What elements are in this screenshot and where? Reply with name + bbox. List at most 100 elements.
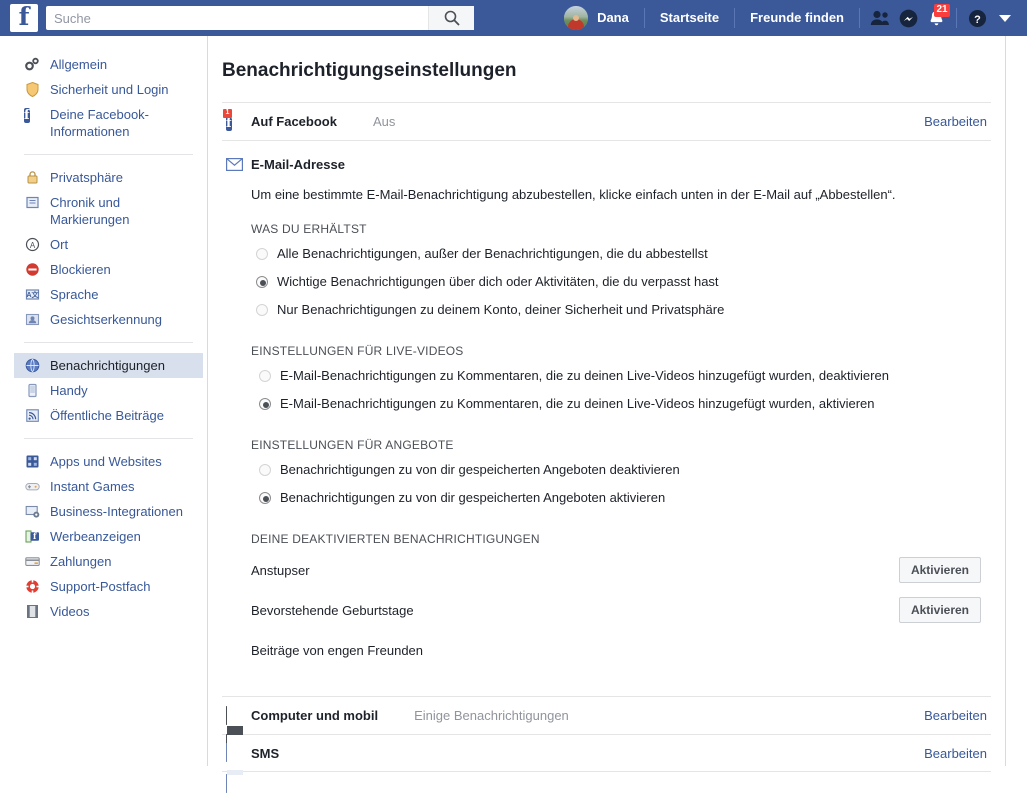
radio-indicator[interactable] bbox=[256, 248, 268, 260]
sidebar-item-instant-games[interactable]: Instant Games bbox=[24, 474, 193, 499]
radio-indicator[interactable] bbox=[259, 464, 271, 476]
desktop-mobile-icon bbox=[226, 705, 244, 753]
activate-geburtstage-button[interactable]: Aktivieren bbox=[898, 597, 981, 623]
envelope-icon bbox=[226, 155, 244, 173]
sidebar-item-business-integrationen[interactable]: Business-Integrationen bbox=[24, 499, 193, 524]
sidebar-item-apps-und-websites[interactable]: Apps und Websites bbox=[24, 449, 193, 474]
face-recognition-icon bbox=[24, 311, 41, 328]
apps-icon bbox=[24, 453, 41, 470]
svg-text:f: f bbox=[33, 531, 37, 541]
activate-anstupser-button[interactable]: Aktivieren bbox=[898, 557, 981, 583]
sidebar-item-chronik-und-markierungen[interactable]: Chronik und Markierungen bbox=[24, 190, 193, 232]
search-box[interactable] bbox=[46, 6, 474, 30]
row-status: Einige Benachrichtigungen bbox=[414, 708, 569, 723]
sidebar-item-zahlungen[interactable]: Zahlungen bbox=[24, 549, 193, 574]
film-icon bbox=[24, 603, 41, 620]
lifebuoy-icon bbox=[24, 578, 41, 595]
sidebar-item-label: Sicherheit und Login bbox=[50, 82, 169, 97]
sidebar-item-benachrichtigungen[interactable]: Benachrichtigungen bbox=[14, 353, 203, 378]
radio-indicator-selected[interactable] bbox=[259, 492, 271, 504]
sidebar-item-label: Sprache bbox=[50, 287, 99, 302]
search-input[interactable] bbox=[46, 7, 428, 29]
sidebar-item-label: Support-Postfach bbox=[50, 579, 151, 594]
shield-icon bbox=[24, 81, 41, 98]
sidebar-item-deine-facebook-informationen[interactable]: f Deine Facebook-Informationen bbox=[24, 102, 193, 144]
sidebar-item-label: Blockieren bbox=[50, 262, 111, 277]
row-computer-und-mobil[interactable]: Computer und mobil Einige Benachrichtigu… bbox=[222, 696, 991, 753]
notifications-button[interactable]: 21 bbox=[922, 4, 950, 32]
sidebar-item-label: Chronik und Markierungen bbox=[50, 195, 130, 227]
radio-indicator[interactable] bbox=[259, 370, 271, 382]
radio-indicator[interactable] bbox=[256, 304, 268, 316]
sidebar-item-oeffentliche-beitraege[interactable]: Öffentliche Beiträge bbox=[24, 403, 193, 428]
sidebar-item-label: Ort bbox=[50, 237, 69, 252]
messenger-button[interactable] bbox=[894, 4, 922, 32]
mobile-icon bbox=[24, 382, 41, 399]
sidebar-item-label: Instant Games bbox=[50, 479, 135, 494]
sidebar-item-label: Deine Facebook-Informationen bbox=[50, 107, 149, 139]
sidebar-item-werbeanzeigen[interactable]: f Werbeanzeigen bbox=[24, 524, 193, 549]
svg-text:A文: A文 bbox=[26, 290, 39, 299]
ads-icon: f bbox=[24, 528, 41, 545]
edit-sms-link[interactable]: Bearbeiten bbox=[924, 746, 987, 761]
sidebar-item-label: Allgemein bbox=[50, 57, 108, 72]
sidebar-item-label: Videos bbox=[50, 604, 90, 619]
row-title: SMS bbox=[251, 745, 280, 761]
row-sms[interactable]: SMS Bearbeiten bbox=[222, 734, 991, 793]
edit-computer-mobil-link[interactable]: Bearbeiten bbox=[924, 708, 987, 723]
radio-option-wichtige-benachrichtigungen[interactable]: Wichtige Benachrichtigungen über dich od… bbox=[256, 268, 987, 296]
sidebar-group-privacy: Privatsphäre Chronik und Markierungen A … bbox=[24, 154, 193, 338]
find-friends-link[interactable]: Freunde finden bbox=[741, 0, 853, 36]
radio-indicator-selected[interactable] bbox=[259, 398, 271, 410]
radio-label: E-Mail-Benachrichtigungen zu Kommentaren… bbox=[280, 368, 889, 383]
radio-option-alle-benachrichtigungen[interactable]: Alle Benachrichtigungen, außer der Benac… bbox=[256, 240, 987, 268]
home-link[interactable]: Startseite bbox=[651, 0, 728, 36]
sidebar-item-ort[interactable]: A Ort bbox=[24, 232, 193, 257]
avatar[interactable] bbox=[564, 6, 589, 30]
nav-divider bbox=[859, 8, 860, 28]
row-auf-facebook[interactable]: f 1 Auf Facebook Aus Bearbeiten bbox=[222, 102, 991, 140]
row-title: Auf Facebook bbox=[251, 114, 337, 129]
radio-option-angebote-deaktivieren[interactable]: Benachrichtigungen zu von dir gespeicher… bbox=[259, 456, 987, 484]
sidebar-item-privatsphaere[interactable]: Privatsphäre bbox=[24, 165, 193, 190]
notifications-badge-count: 21 bbox=[934, 4, 950, 17]
sidebar-item-support-postfach[interactable]: Support-Postfach bbox=[24, 574, 193, 599]
page-title: Benachrichtigungseinstellungen bbox=[222, 60, 517, 81]
sidebar-item-label: Werbeanzeigen bbox=[50, 529, 141, 544]
sms-icon bbox=[226, 743, 244, 793]
sidebar-item-sprache[interactable]: A文 Sprache bbox=[24, 282, 193, 307]
main-content: Benachrichtigungseinstellungen f 1 Auf F… bbox=[208, 36, 1006, 793]
radio-option-live-videos-aktivieren[interactable]: E-Mail-Benachrichtigungen zu Kommentaren… bbox=[259, 390, 987, 418]
account-menu-button[interactable] bbox=[991, 4, 1019, 32]
sidebar-item-gesichtserkennung[interactable]: Gesichtserkennung bbox=[24, 307, 193, 332]
profile-name-link[interactable]: Dana bbox=[588, 0, 638, 36]
page-body: Allgemein Sicherheit und Login f Deine F… bbox=[0, 36, 1027, 793]
messenger-icon bbox=[899, 9, 917, 27]
lock-icon bbox=[24, 169, 41, 186]
timeline-icon bbox=[24, 194, 41, 211]
radio-option-angebote-aktivieren[interactable]: Benachrichtigungen zu von dir gespeicher… bbox=[259, 484, 987, 512]
email-header: E-Mail-Adresse bbox=[226, 155, 987, 173]
sidebar-item-videos[interactable]: Videos bbox=[24, 599, 193, 624]
sidebar-item-blockieren[interactable]: Blockieren bbox=[24, 257, 193, 282]
business-icon bbox=[24, 503, 41, 520]
help-button[interactable]: ? bbox=[963, 4, 991, 32]
nav-right-cluster: Dana Startseite Freunde finden 21 ? bbox=[564, 0, 1019, 36]
search-button[interactable] bbox=[428, 6, 474, 30]
facebook-logo[interactable]: f bbox=[10, 4, 38, 32]
section-heading-deaktivierte-benachrichtigungen: DEINE DEAKTIVIERTEN BENACHRICHTIGUNGEN bbox=[251, 532, 540, 546]
nav-divider bbox=[643, 8, 645, 28]
radio-option-live-videos-deaktivieren[interactable]: E-Mail-Benachrichtigungen zu Kommentaren… bbox=[259, 362, 987, 390]
sidebar-item-sicherheit-und-login[interactable]: Sicherheit und Login bbox=[24, 77, 193, 102]
radio-indicator-selected[interactable] bbox=[256, 276, 268, 288]
sidebar-item-label: Benachrichtigungen bbox=[50, 358, 165, 373]
radio-option-nur-konto-benachrichtigungen[interactable]: Nur Benachrichtigungen zu deinem Konto, … bbox=[256, 296, 987, 324]
svg-text:?: ? bbox=[974, 13, 981, 25]
row-title: Computer und mobil bbox=[251, 708, 379, 723]
radio-label: Nur Benachrichtigungen zu deinem Konto, … bbox=[277, 302, 725, 317]
friend-requests-button[interactable] bbox=[866, 4, 894, 32]
edit-auf-facebook-link[interactable]: Bearbeiten bbox=[924, 114, 987, 129]
sidebar-item-handy[interactable]: Handy bbox=[24, 378, 193, 403]
location-icon: A bbox=[24, 236, 41, 253]
sidebar-item-allgemein[interactable]: Allgemein bbox=[24, 52, 193, 77]
